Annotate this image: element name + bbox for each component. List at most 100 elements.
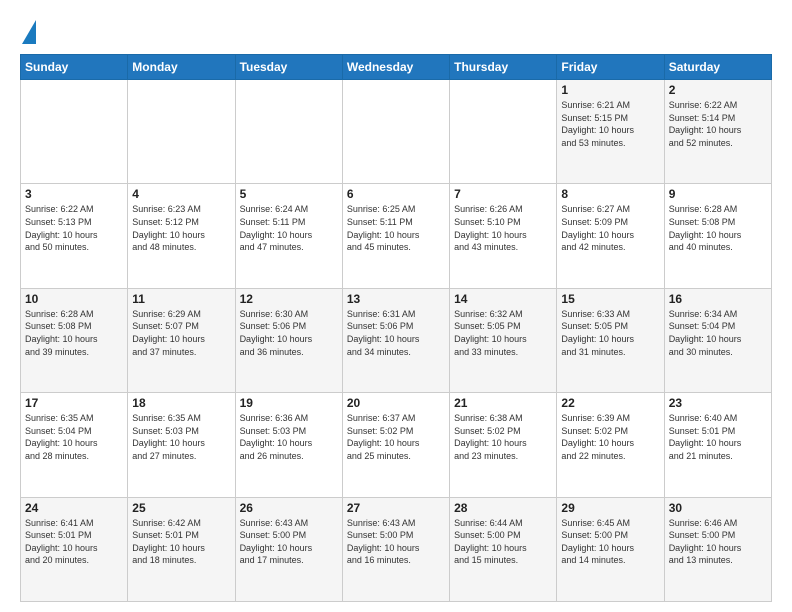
day-number: 17 (25, 396, 123, 410)
day-info: Sunrise: 6:43 AMSunset: 5:00 PMDaylight:… (347, 517, 445, 567)
day-info: Sunrise: 6:34 AMSunset: 5:04 PMDaylight:… (669, 308, 767, 358)
calendar-cell: 19Sunrise: 6:36 AMSunset: 5:03 PMDayligh… (235, 393, 342, 497)
day-number: 11 (132, 292, 230, 306)
day-number: 24 (25, 501, 123, 515)
weekday-header-wednesday: Wednesday (342, 55, 449, 80)
calendar-cell: 27 Sunrise: 6:43 AMSunset: 5:00 PMDayligh… (342, 497, 449, 601)
calendar-cell: 15Sunrise: 6:33 AMSunset: 5:05 PMDayligh… (557, 288, 664, 392)
weekday-header-saturday: Saturday (664, 55, 771, 80)
day-info: Sunrise: 6:22 AMSunset: 5:14 PMDaylight:… (669, 99, 767, 149)
calendar-week-0: 1Sunrise: 6:21 AMSunset: 5:15 PMDaylight… (21, 80, 772, 184)
day-info: Sunrise: 6:31 AMSunset: 5:06 PMDaylight:… (347, 308, 445, 358)
calendar-cell: 20 Sunrise: 6:37 AMSunset: 5:02 PMDayligh… (342, 393, 449, 497)
day-number: 7 (454, 187, 552, 201)
weekday-header-monday: Monday (128, 55, 235, 80)
day-number: 12 (240, 292, 338, 306)
day-info: Sunrise: 6:38 AMSunset: 5:02 PMDaylight:… (454, 412, 552, 462)
day-number: 9 (669, 187, 767, 201)
day-info: Sunrise: 6:26 AMSunset: 5:10 PMDaylight:… (454, 203, 552, 253)
calendar-cell: 24 Sunrise: 6:41 AMSunset: 5:01 PMDayligh… (21, 497, 128, 601)
day-info: Sunrise: 6:35 AMSunset: 5:03 PMDaylight:… (132, 412, 230, 462)
calendar-cell: 30 Sunrise: 6:46 AMSunset: 5:00 PMDayligh… (664, 497, 771, 601)
calendar-cell (235, 80, 342, 184)
weekday-header-row: SundayMondayTuesdayWednesdayThursdayFrid… (21, 55, 772, 80)
day-info: Sunrise: 6:25 AMSunset: 5:11 PMDaylight:… (347, 203, 445, 253)
day-info: Sunrise: 6:27 AMSunset: 5:09 PMDaylight:… (561, 203, 659, 253)
day-number: 8 (561, 187, 659, 201)
day-number: 14 (454, 292, 552, 306)
calendar-cell: 5 Sunrise: 6:24 AMSunset: 5:11 PMDaylight… (235, 184, 342, 288)
calendar-cell: 10 Sunrise: 6:28 AMSunset: 5:08 PMDayligh… (21, 288, 128, 392)
day-number: 10 (25, 292, 123, 306)
calendar-cell: 22 Sunrise: 6:39 AMSunset: 5:02 PMDayligh… (557, 393, 664, 497)
header (20, 16, 772, 44)
calendar-cell: 11 Sunrise: 6:29 AMSunset: 5:07 PMDayligh… (128, 288, 235, 392)
day-info: Sunrise: 6:28 AMSunset: 5:08 PMDaylight:… (25, 308, 123, 358)
weekday-header-friday: Friday (557, 55, 664, 80)
day-number: 29 (561, 501, 659, 515)
calendar-week-3: 17 Sunrise: 6:35 AMSunset: 5:04 PMDayligh… (21, 393, 772, 497)
day-number: 28 (454, 501, 552, 515)
weekday-header-thursday: Thursday (450, 55, 557, 80)
calendar-cell: 25Sunrise: 6:42 AMSunset: 5:01 PMDayligh… (128, 497, 235, 601)
calendar-cell (342, 80, 449, 184)
day-number: 4 (132, 187, 230, 201)
day-number: 1 (561, 83, 659, 97)
day-number: 20 (347, 396, 445, 410)
day-number: 21 (454, 396, 552, 410)
day-info: Sunrise: 6:30 AMSunset: 5:06 PMDaylight:… (240, 308, 338, 358)
day-number: 25 (132, 501, 230, 515)
calendar-cell (450, 80, 557, 184)
calendar-cell: 29 Sunrise: 6:45 AMSunset: 5:00 PMDayligh… (557, 497, 664, 601)
calendar-cell: 18Sunrise: 6:35 AMSunset: 5:03 PMDayligh… (128, 393, 235, 497)
day-info: Sunrise: 6:33 AMSunset: 5:05 PMDaylight:… (561, 308, 659, 358)
day-info: Sunrise: 6:44 AMSunset: 5:00 PMDaylight:… (454, 517, 552, 567)
day-info: Sunrise: 6:40 AMSunset: 5:01 PMDaylight:… (669, 412, 767, 462)
day-info: Sunrise: 6:39 AMSunset: 5:02 PMDaylight:… (561, 412, 659, 462)
calendar-body: 1Sunrise: 6:21 AMSunset: 5:15 PMDaylight… (21, 80, 772, 602)
page: SundayMondayTuesdayWednesdayThursdayFrid… (0, 0, 792, 612)
day-number: 2 (669, 83, 767, 97)
day-info: Sunrise: 6:32 AMSunset: 5:05 PMDaylight:… (454, 308, 552, 358)
day-number: 30 (669, 501, 767, 515)
calendar-cell: 21 Sunrise: 6:38 AMSunset: 5:02 PMDayligh… (450, 393, 557, 497)
day-info: Sunrise: 6:22 AMSunset: 5:13 PMDaylight:… (25, 203, 123, 253)
calendar-week-1: 3 Sunrise: 6:22 AMSunset: 5:13 PMDaylight… (21, 184, 772, 288)
calendar-cell: 3 Sunrise: 6:22 AMSunset: 5:13 PMDaylight… (21, 184, 128, 288)
calendar-cell: 13 Sunrise: 6:31 AMSunset: 5:06 PMDayligh… (342, 288, 449, 392)
day-info: Sunrise: 6:41 AMSunset: 5:01 PMDaylight:… (25, 517, 123, 567)
day-number: 5 (240, 187, 338, 201)
day-info: Sunrise: 6:45 AMSunset: 5:00 PMDaylight:… (561, 517, 659, 567)
day-info: Sunrise: 6:28 AMSunset: 5:08 PMDaylight:… (669, 203, 767, 253)
weekday-header-tuesday: Tuesday (235, 55, 342, 80)
day-info: Sunrise: 6:37 AMSunset: 5:02 PMDaylight:… (347, 412, 445, 462)
calendar-cell (21, 80, 128, 184)
calendar-table: SundayMondayTuesdayWednesdayThursdayFrid… (20, 54, 772, 602)
calendar-week-4: 24 Sunrise: 6:41 AMSunset: 5:01 PMDayligh… (21, 497, 772, 601)
calendar-cell: 26 Sunrise: 6:43 AMSunset: 5:00 PMDayligh… (235, 497, 342, 601)
calendar-header: SundayMondayTuesdayWednesdayThursdayFrid… (21, 55, 772, 80)
day-number: 23 (669, 396, 767, 410)
calendar-week-2: 10 Sunrise: 6:28 AMSunset: 5:08 PMDayligh… (21, 288, 772, 392)
calendar-cell: 17 Sunrise: 6:35 AMSunset: 5:04 PMDayligh… (21, 393, 128, 497)
calendar-cell: 23 Sunrise: 6:40 AMSunset: 5:01 PMDayligh… (664, 393, 771, 497)
day-number: 22 (561, 396, 659, 410)
day-info: Sunrise: 6:36 AMSunset: 5:03 PMDaylight:… (240, 412, 338, 462)
logo-triangle-icon (22, 20, 36, 44)
day-number: 27 (347, 501, 445, 515)
calendar-cell: 14 Sunrise: 6:32 AMSunset: 5:05 PMDayligh… (450, 288, 557, 392)
day-info: Sunrise: 6:29 AMSunset: 5:07 PMDaylight:… (132, 308, 230, 358)
day-number: 16 (669, 292, 767, 306)
day-number: 26 (240, 501, 338, 515)
day-info: Sunrise: 6:46 AMSunset: 5:00 PMDaylight:… (669, 517, 767, 567)
calendar-cell: 16 Sunrise: 6:34 AMSunset: 5:04 PMDayligh… (664, 288, 771, 392)
day-info: Sunrise: 6:35 AMSunset: 5:04 PMDaylight:… (25, 412, 123, 462)
day-number: 3 (25, 187, 123, 201)
day-info: Sunrise: 6:43 AMSunset: 5:00 PMDaylight:… (240, 517, 338, 567)
calendar-cell: 8 Sunrise: 6:27 AMSunset: 5:09 PMDaylight… (557, 184, 664, 288)
calendar-cell: 1Sunrise: 6:21 AMSunset: 5:15 PMDaylight… (557, 80, 664, 184)
day-number: 13 (347, 292, 445, 306)
day-info: Sunrise: 6:24 AMSunset: 5:11 PMDaylight:… (240, 203, 338, 253)
calendar-cell (128, 80, 235, 184)
day-number: 6 (347, 187, 445, 201)
